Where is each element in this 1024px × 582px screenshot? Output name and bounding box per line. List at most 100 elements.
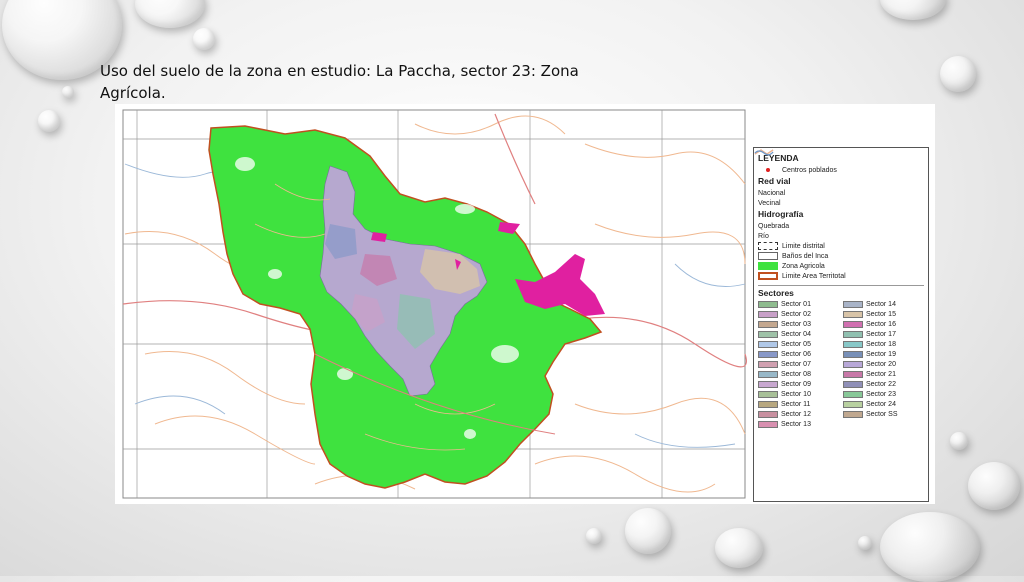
sector-swatch — [758, 401, 778, 408]
sector-swatch — [843, 311, 863, 318]
legend-limite-distrital-label: Limite distrital — [782, 242, 825, 250]
sector-swatch — [843, 361, 863, 368]
sector-legend-item: Sector 12 — [758, 410, 839, 419]
sector-legend-label: Sector 02 — [781, 311, 811, 318]
sector-legend-label: Sector 12 — [781, 411, 811, 418]
sector-swatch — [758, 331, 778, 338]
sector-legend-label: Sector 06 — [781, 351, 811, 358]
sector-legend-label: Sector 19 — [866, 351, 896, 358]
sector-legend-item: Sector 15 — [843, 310, 924, 319]
sector-legend-item: Sector 03 — [758, 320, 839, 329]
legend-sectores-heading: Sectores — [758, 288, 794, 298]
sector-legend-item: Sector SS — [843, 410, 924, 419]
sector-swatch — [758, 351, 778, 358]
sector-legend-item: Sector 14 — [843, 300, 924, 309]
sector-legend-label: Sector 08 — [781, 371, 811, 378]
dashed-boundary-icon — [758, 242, 778, 250]
water-drop-decoration — [625, 508, 671, 554]
sector-legend-item: Sector 19 — [843, 350, 924, 359]
water-drop-decoration — [62, 86, 74, 98]
sector-legend-label: Sector 03 — [781, 321, 811, 328]
sector-legend-item: Sector 16 — [843, 320, 924, 329]
sector-legend-item: Sector 22 — [843, 380, 924, 389]
water-drop-decoration — [38, 110, 60, 132]
sector-legend-label: Sector 20 — [866, 361, 896, 368]
sector-swatch — [843, 301, 863, 308]
sector-legend-item: Sector 05 — [758, 340, 839, 349]
sector-legend-item: Sector 06 — [758, 350, 839, 359]
legend-vecinal-label: Vecinal — [758, 199, 781, 207]
sector-legend-label: Sector 13 — [781, 421, 811, 428]
white-area-icon — [758, 252, 778, 260]
sector-swatch — [843, 411, 863, 418]
sector-legend-label: Sector SS — [866, 411, 898, 418]
map-legend: LEYENDA Centros poblados Red vial Nacion… — [753, 147, 929, 502]
sector-legend-label: Sector 04 — [781, 331, 811, 338]
legend-quebrada: Quebrada — [754, 150, 924, 231]
sector-legend-item: Sector 10 — [758, 390, 839, 399]
legend-hidrografia-heading: Hidrografía — [758, 209, 804, 219]
sector-legend-item: Sector 08 — [758, 370, 839, 379]
legend-rio: Río — [754, 150, 924, 241]
water-drop-decoration — [193, 28, 215, 50]
sector-legend-label: Sector 01 — [781, 301, 811, 308]
water-drop-decoration — [858, 536, 872, 550]
sector-swatch — [758, 421, 778, 428]
sector-legend-label: Sector 15 — [866, 311, 896, 318]
sector-legend-item: Sector 21 — [843, 370, 924, 379]
sector-legend-label: Sector 17 — [866, 331, 896, 338]
sector-swatch — [758, 301, 778, 308]
legend-title: LEYENDA — [758, 153, 799, 163]
legend-banos-label: Baños del Inca — [782, 252, 829, 260]
sector-legend-label: Sector 07 — [781, 361, 811, 368]
sector-legend-label: Sector 09 — [781, 381, 811, 388]
green-area-icon — [758, 262, 778, 270]
legend-nacional: Nacional — [754, 149, 924, 198]
sector-legend-label: Sector 10 — [781, 391, 811, 398]
sector-swatch — [758, 321, 778, 328]
legend-banos: Baños del Inca — [758, 251, 924, 261]
sector-legend-item: Sector 18 — [843, 340, 924, 349]
sector-legend-label: Sector 22 — [866, 381, 896, 388]
sector-legend-item: Sector 04 — [758, 330, 839, 339]
sector-swatch — [843, 341, 863, 348]
sector-swatch — [843, 391, 863, 398]
sector-legend-label: Sector 21 — [866, 371, 896, 378]
sector-swatch — [843, 381, 863, 388]
sector-legend-item: Sector 20 — [843, 360, 924, 369]
river-icon — [754, 150, 774, 156]
sector-swatch — [843, 321, 863, 328]
slide-title: Uso del suelo de la zona en estudio: La … — [100, 62, 579, 102]
sector-legend-label: Sector 24 — [866, 401, 896, 408]
sector-legend-label: Sector 18 — [866, 341, 896, 348]
water-drop-decoration — [135, 0, 205, 28]
legend-centros-label: Centros poblados — [782, 166, 837, 174]
water-drop-decoration — [586, 528, 602, 544]
water-drop-decoration — [950, 432, 968, 450]
sector-swatch — [758, 361, 778, 368]
sector-legend-item: Sector 01 — [758, 300, 839, 309]
water-drop-decoration — [880, 512, 980, 582]
legend-limite-distrital: Limite distrital — [758, 241, 924, 251]
sector-legend-item: Sector 07 — [758, 360, 839, 369]
legend-red-vial-heading: Red vial — [758, 176, 791, 186]
sector-legend-label: Sector 05 — [781, 341, 811, 348]
legend-vecinal: Vecinal — [754, 149, 924, 208]
sector-legend-item: Sector 02 — [758, 310, 839, 319]
sector-swatch — [758, 381, 778, 388]
sector-swatch — [758, 341, 778, 348]
legend-divider — [758, 285, 924, 286]
legend-quebrada-label: Quebrada — [758, 222, 790, 230]
sector-legend-item: Sector 23 — [843, 390, 924, 399]
sector-legend-grid: Sector 01 Sector 14 Sector 02 Sector 15 Sect… — [758, 300, 924, 429]
sector-legend-item: Sector 11 — [758, 400, 839, 409]
boundary-box-icon — [758, 272, 778, 280]
legend-limite-area: Limite Area Territotal — [758, 271, 924, 281]
sector-legend-item: Sector 13 — [758, 420, 839, 429]
legend-rio-label: Río — [758, 232, 769, 240]
land-use-map: LEYENDA Centros poblados Red vial Nacion… — [115, 104, 935, 504]
legend-limite-area-label: Limite Area Territotal — [782, 272, 846, 280]
red-dot-icon — [758, 166, 778, 174]
sector-legend-label: Sector 14 — [866, 301, 896, 308]
sector-swatch — [843, 371, 863, 378]
